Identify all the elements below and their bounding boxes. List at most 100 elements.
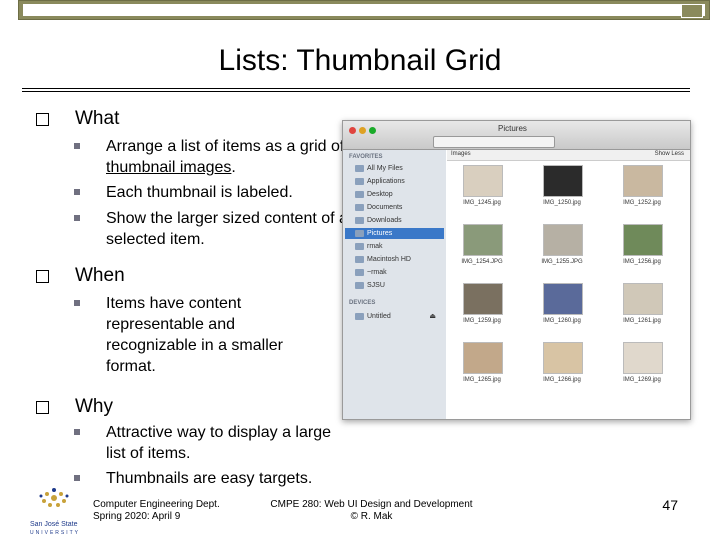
sidebar-item-label: All My Files <box>367 165 403 172</box>
sub-bullet-square-icon <box>74 429 80 435</box>
folder-icon <box>355 230 364 237</box>
folder-icon <box>355 204 364 211</box>
thumbnail-label: IMG_1260.jpg <box>543 318 581 324</box>
sidebar-item-label: Documents <box>367 204 403 211</box>
logo-wordmark: San José State UNIVERSITY <box>30 521 80 537</box>
bullet-label: When <box>75 265 125 286</box>
footer-dept: Computer Engineering Dept. <box>93 499 220 510</box>
column-header-label: Images <box>451 151 471 157</box>
zoom-icon <box>369 127 376 134</box>
bullet-box-icon <box>36 401 49 414</box>
sidebar-item: ~rmak <box>345 267 444 278</box>
finder-window-screenshot: Pictures FAVORITES All My Files Applicati… <box>342 120 691 420</box>
column-header-toggle: Show Less <box>654 151 684 157</box>
thumbnail-image <box>463 283 503 315</box>
sub-bullet-square-icon <box>74 189 80 195</box>
sub-bullet-square-icon <box>74 143 80 149</box>
thumbnail-images-link[interactable]: thumbnail images <box>106 159 231 176</box>
folder-icon <box>355 217 364 224</box>
thumbnail-image <box>623 342 663 374</box>
thumbnail-label: IMG_1245.jpg <box>463 200 501 206</box>
sub-bullet-square-icon <box>74 215 80 221</box>
bullet-what: What <box>36 108 119 130</box>
sub-bullet: Show the larger sized content of a selec… <box>74 208 356 250</box>
sidebar-item-label: SJSU <box>367 282 385 289</box>
sidebar-item-label: Applications <box>367 178 405 185</box>
sidebar-item-label: Untitled <box>367 313 391 320</box>
bullet-label: What <box>75 108 120 129</box>
slide-title: Lists: Thumbnail Grid <box>218 44 502 77</box>
favorites-header: FAVORITES <box>349 154 383 160</box>
title-rule <box>22 88 690 89</box>
sidebar-item: rmak <box>345 241 444 252</box>
sub-bullet-text: Arrange a list of items as a grid of thu… <box>106 136 356 178</box>
thumbnail-image <box>543 224 583 256</box>
sub-bullet: Thumbnails are easy targets. <box>74 468 356 489</box>
thumbnail-label: IMG_1265.jpg <box>463 377 501 383</box>
thumbnail-label: IMG_1256.jpg <box>623 259 661 265</box>
title-rule-second <box>22 91 690 92</box>
thumbnail-label: IMG_1250.jpg <box>543 200 581 206</box>
thumbnail-label: IMG_1252.jpg <box>623 200 661 206</box>
sub-bullet-text: Thumbnails are easy targets. <box>106 470 313 487</box>
logo-text-line2: UNIVERSITY <box>30 530 81 536</box>
sidebar-item: SJSU <box>345 280 444 291</box>
finder-sidebar: FAVORITES All My Files Applications Deskto… <box>343 150 446 419</box>
sidebar-item: Desktop <box>345 189 444 200</box>
thumbnail-label: IMG_1255.JPG <box>541 259 583 265</box>
folder-icon <box>355 178 364 185</box>
sub-bullet-text: Show the larger sized content of a selec… <box>106 210 348 248</box>
sidebar-item: Pictures <box>345 228 444 239</box>
sidebar-item-label: Downloads <box>367 217 402 224</box>
logo-text-line1: San José State <box>30 521 78 528</box>
sub-bullet-text-pre: Arrange a list of items as a grid of <box>106 138 345 155</box>
sub-bullet: Attractive way to display a large list o… <box>74 422 336 464</box>
footer-date: Spring 2020: April 9 <box>93 511 181 522</box>
sidebar-item-label: Pictures <box>367 230 393 237</box>
sidebar-item: Documents <box>345 202 444 213</box>
thumbnail-label: IMG_1266.jpg <box>543 377 581 383</box>
sidebar-item-label: ~rmak <box>367 269 387 276</box>
finder-title: Pictures <box>498 124 527 133</box>
sub-bullet-text-post: . <box>231 159 236 176</box>
sub-bullet: Arrange a list of items as a grid of thu… <box>74 136 356 178</box>
sub-bullet: Items have content representable and rec… <box>74 293 321 377</box>
sub-bullet-text: Items have content representable and rec… <box>106 295 283 375</box>
folder-icon <box>355 191 364 198</box>
thumbnail-label: IMG_1261.jpg <box>623 318 661 324</box>
sidebar-item: Applications <box>345 176 444 187</box>
finder-toolbar: Pictures <box>343 121 690 150</box>
folder-icon <box>355 269 364 276</box>
footer-center: CMPE 280: Web UI Design and Development … <box>270 499 473 523</box>
bullet-when: When <box>36 265 125 287</box>
sub-bullet-text: Attractive way to display a large list o… <box>106 424 331 462</box>
bullet-label: Why <box>75 396 113 417</box>
footer-author: © R. Mak <box>350 511 393 522</box>
folder-icon <box>355 243 364 250</box>
bullet-box-icon <box>36 270 49 283</box>
folder-icon <box>355 256 364 263</box>
footer-course: CMPE 280: Web UI Design and Development <box>270 499 473 510</box>
devices-header: DEVICES <box>349 300 376 306</box>
folder-icon <box>355 165 364 172</box>
thumbnail-label: IMG_1269.jpg <box>623 377 661 383</box>
thumbnail-image <box>463 224 503 256</box>
drive-icon <box>355 313 364 320</box>
thumbnail-label: IMG_1259.jpg <box>463 318 501 324</box>
sub-bullet-text: Each thumbnail is labeled. <box>106 184 293 201</box>
bullet-box-icon <box>36 113 49 126</box>
finder-column-header: Images Show Less <box>447 150 690 161</box>
sub-bullet-square-icon <box>74 300 80 306</box>
close-icon <box>349 127 356 134</box>
sidebar-item: Downloads <box>345 215 444 226</box>
sidebar-item: Macintosh HD <box>345 254 444 265</box>
thumbnail-image <box>623 165 663 197</box>
thumbnail-label: IMG_1254.JPG <box>461 259 503 265</box>
sidebar-item: All My Files <box>345 163 444 174</box>
folder-icon <box>355 282 364 289</box>
eject-icon: ⏏ <box>429 313 436 320</box>
thumbnail-image <box>623 224 663 256</box>
finder-view-controls <box>433 136 555 148</box>
slide-top-bar <box>18 0 710 20</box>
thumbnail-image <box>463 165 503 197</box>
